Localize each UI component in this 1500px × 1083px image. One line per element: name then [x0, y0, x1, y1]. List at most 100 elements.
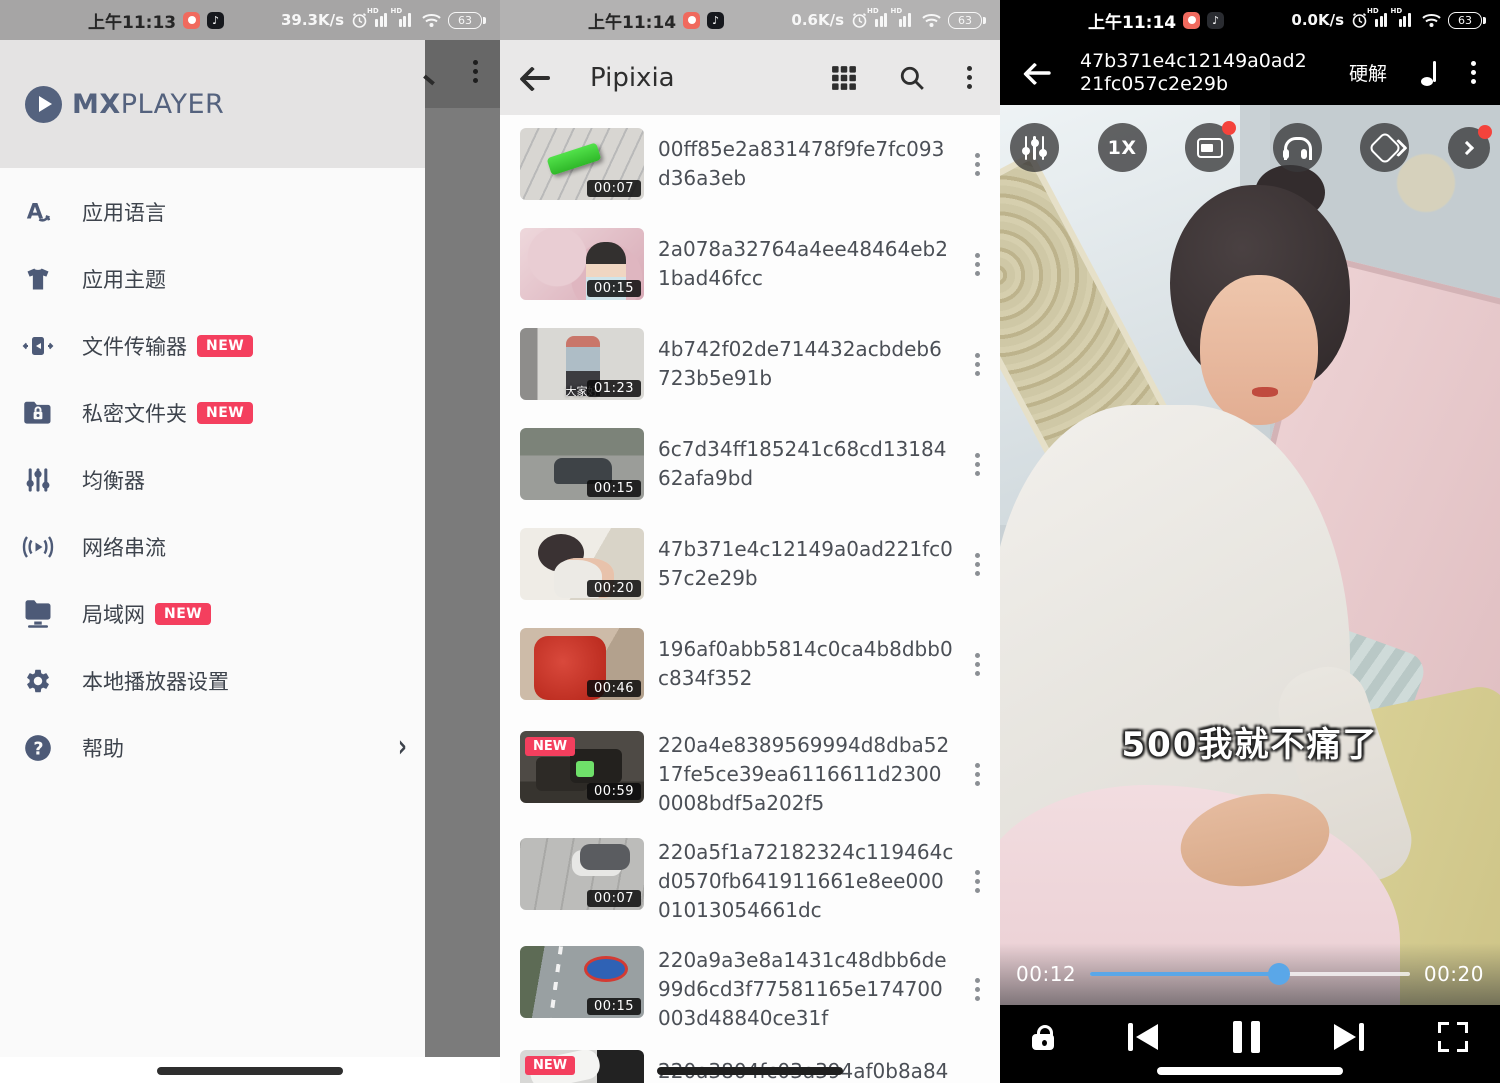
back-button[interactable]	[1026, 59, 1053, 86]
sim2-signal-icon: HD	[1399, 13, 1416, 27]
seek-bar[interactable]	[1090, 972, 1410, 976]
sidebar-item-help[interactable]: ? 帮助 ›	[0, 714, 425, 781]
page-title: Pipixia	[590, 63, 675, 93]
sidebar-item-label: 本地播放器设置	[82, 666, 229, 696]
app-bar: Pipixia	[500, 40, 1000, 115]
list-item[interactable]: 00:15 2a078a32764a4ee48464eb21bad46fcc	[520, 228, 980, 300]
list-item[interactable]: NEW 00:59 220a4e8389569994d8dba5217fe5ce3…	[520, 731, 980, 818]
battery-icon: 63	[448, 12, 482, 29]
duration-badge: 00:07	[587, 180, 641, 197]
drawer-scrim[interactable]	[425, 40, 500, 1058]
item-menu-button[interactable]	[975, 653, 980, 676]
sidebar-item-label: 文件传输器	[82, 331, 187, 361]
video-scene-face	[1200, 275, 1318, 425]
sidebar-item-file-transfer[interactable]: 文件传输器 NEW	[0, 312, 425, 379]
search-button[interactable]	[899, 65, 925, 91]
help-icon: ?	[18, 734, 58, 762]
duration-badge: 00:15	[587, 998, 641, 1015]
home-indicator[interactable]	[1157, 1067, 1343, 1075]
screen-record-icon	[1183, 12, 1200, 29]
status-bar-right: 上午11:14 ♪ 0.0K/s HD HD 63	[1000, 0, 1500, 40]
gear-icon	[18, 667, 58, 695]
duration-badge: 00:59	[587, 783, 641, 800]
home-indicator[interactable]	[157, 1067, 343, 1075]
audio-track-button[interactable]	[1421, 60, 1437, 86]
sidebar-item-lan[interactable]: 局域网 NEW	[0, 580, 425, 647]
pause-button[interactable]	[1233, 1021, 1260, 1053]
lock-button[interactable]	[1032, 1034, 1054, 1050]
back-button[interactable]	[522, 63, 552, 93]
list-item[interactable]: 00:15 6c7d34ff185241c68cd1318462afa9bd	[520, 428, 980, 500]
sidebar-item-app-language[interactable]: A 应用语言	[0, 178, 425, 245]
clock-text: 上午11:14	[588, 8, 676, 33]
overflow-menu-button[interactable]	[967, 66, 972, 89]
battery-icon: 63	[1448, 12, 1482, 29]
alarm-icon	[1351, 12, 1368, 29]
previous-button[interactable]	[1128, 1023, 1158, 1051]
hw-decode-button[interactable]: 硬解	[1349, 59, 1387, 86]
file-name: 6c7d34ff185241c68cd1318462afa9bd	[658, 435, 954, 493]
new-badge: NEW	[525, 737, 575, 756]
seek-bar-row: 00:12 00:20	[1000, 943, 1500, 1005]
new-badge: NEW	[155, 603, 211, 625]
item-menu-button[interactable]	[975, 870, 980, 893]
item-menu-button[interactable]	[975, 763, 980, 786]
app-theme-icon	[18, 265, 58, 293]
video-thumbnail: 00:20	[520, 528, 644, 600]
player-screen: 上午11:14 ♪ 0.0K/s HD HD 63 47b371e4c12149…	[1000, 0, 1500, 1083]
gesture-bar-area	[0, 1057, 500, 1083]
video-thumbnail: NEW 00:59	[520, 731, 644, 803]
sidebar-item-network-stream[interactable]: 网络串流	[0, 513, 425, 580]
item-menu-button[interactable]	[975, 153, 980, 176]
video-thumbnail: 00:07	[520, 128, 644, 200]
play-logo-icon	[25, 86, 62, 123]
file-name: 4b742f02de714432acbdeb6723b5e91b	[658, 335, 954, 393]
item-menu-button[interactable]	[975, 978, 980, 1001]
item-menu-button[interactable]	[975, 453, 980, 476]
item-menu-button[interactable]	[975, 253, 980, 276]
next-button[interactable]	[1334, 1023, 1364, 1051]
wifi-icon	[422, 13, 441, 28]
list-item[interactable]: 00:15 220a9a3e8a1431c48dbb6de99d6cd3f775…	[520, 946, 980, 1033]
clock-text: 上午11:13	[88, 8, 176, 33]
navigation-drawer: MXPLAYER A 应用语言 应用主题 文件传输器 NEW	[0, 40, 425, 1058]
list-item[interactable]: 00:20 47b371e4c12149a0ad221fc057c2e29b	[520, 528, 980, 600]
drawer-screen: 上午11:13 ♪ 39.3K/s HD HD 63 MXPLAYER A	[0, 0, 500, 1083]
grid-view-button[interactable]	[831, 65, 857, 91]
video-list: 00:07 00ff85e2a831478f9fe7fc093d36a3eb 0…	[500, 115, 1000, 1083]
file-name: 220a4e8389569994d8dba5217fe5ce39ea611661…	[658, 731, 954, 818]
pip-button[interactable]	[1185, 123, 1234, 172]
list-item[interactable]: 00:07 00ff85e2a831478f9fe7fc093d36a3eb	[520, 128, 980, 200]
headphones-button[interactable]	[1273, 123, 1322, 172]
rotate-screen-button[interactable]	[1360, 123, 1409, 172]
fullscreen-button[interactable]	[1438, 1022, 1468, 1052]
sidebar-item-app-theme[interactable]: 应用主题	[0, 245, 425, 312]
total-time: 00:20	[1424, 962, 1484, 986]
file-name: 220a9a3e8a1431c48dbb6de99d6cd3f77581165e…	[658, 946, 954, 1033]
equalizer-button[interactable]	[1010, 123, 1059, 172]
file-list-screen: 上午11:14 ♪ 0.6K/s HD HD 63 Pipixia 00:07 …	[500, 0, 1000, 1083]
video-thumbnail: 00:15	[520, 228, 644, 300]
overflow-menu-button[interactable]	[1471, 61, 1476, 84]
playback-speed-button[interactable]: 1X	[1098, 123, 1147, 172]
file-name: 220a5f1a72182324c119464cd0570fb641911661…	[658, 838, 954, 925]
sidebar-item-equalizer[interactable]: 均衡器	[0, 446, 425, 513]
seek-thumb[interactable]	[1268, 963, 1290, 985]
list-item[interactable]: 00:07 220a5f1a72182324c119464cd0570fb641…	[520, 838, 980, 925]
clock-text: 上午11:14	[1088, 8, 1176, 33]
home-indicator[interactable]	[657, 1067, 843, 1075]
sidebar-item-label: 应用语言	[82, 197, 166, 227]
video-thumbnail: NEW	[520, 1050, 644, 1083]
sim1-signal-icon: HD	[1375, 13, 1392, 27]
sidebar-item-private-folder[interactable]: 私密文件夹 NEW	[0, 379, 425, 446]
list-item[interactable]: 大家好01:23 4b742f02de714432acbdeb6723b5e91…	[520, 328, 980, 400]
video-frame[interactable]: 1X 500我就不痛了 00:12 00:20	[1000, 105, 1500, 1005]
list-item[interactable]: 00:46 196af0abb5814c0ca4b8dbb0c834f352	[520, 628, 980, 700]
video-thumbnail: 00:07	[520, 838, 644, 910]
sidebar-item-local-player-settings[interactable]: 本地播放器设置	[0, 647, 425, 714]
drawer-menu: A 应用语言 应用主题 文件传输器 NEW	[0, 168, 425, 781]
item-menu-button[interactable]	[975, 353, 980, 376]
more-controls-button[interactable]	[1448, 127, 1490, 169]
item-menu-button[interactable]	[975, 553, 980, 576]
subtitle-text: 500我就不痛了	[1000, 717, 1500, 766]
